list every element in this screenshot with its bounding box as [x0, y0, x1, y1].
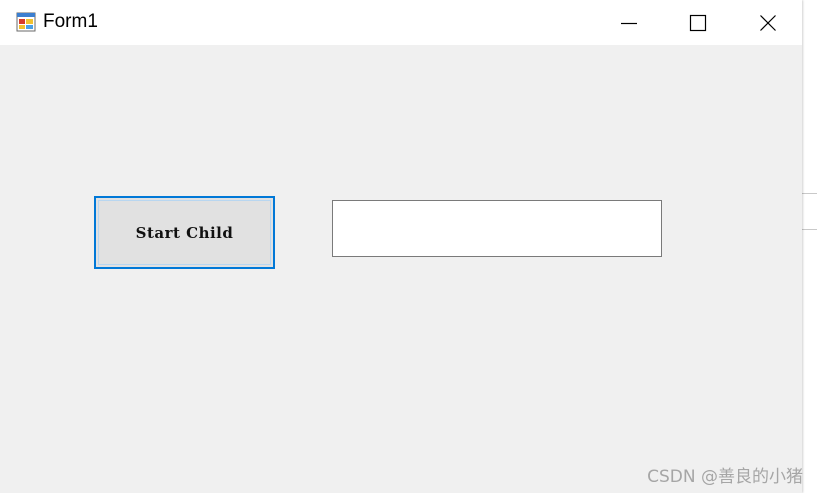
- watermark-text: CSDN @善良的小猪: [647, 467, 803, 487]
- start-child-button[interactable]: Start Child: [94, 196, 275, 269]
- start-child-button-label: Start Child: [135, 223, 234, 242]
- output-text-box[interactable]: [332, 200, 662, 257]
- close-button[interactable]: [733, 0, 802, 45]
- close-icon: [759, 14, 777, 32]
- winforms-app-icon: [16, 12, 36, 32]
- maximize-icon: [689, 14, 707, 32]
- minimize-button[interactable]: [594, 0, 663, 45]
- window-title: Form1: [43, 11, 98, 32]
- form-window: Form1 Start Child: [0, 0, 802, 493]
- maximize-button[interactable]: [663, 0, 732, 45]
- minimize-icon: [620, 14, 638, 32]
- title-bar[interactable]: Form1: [0, 0, 802, 45]
